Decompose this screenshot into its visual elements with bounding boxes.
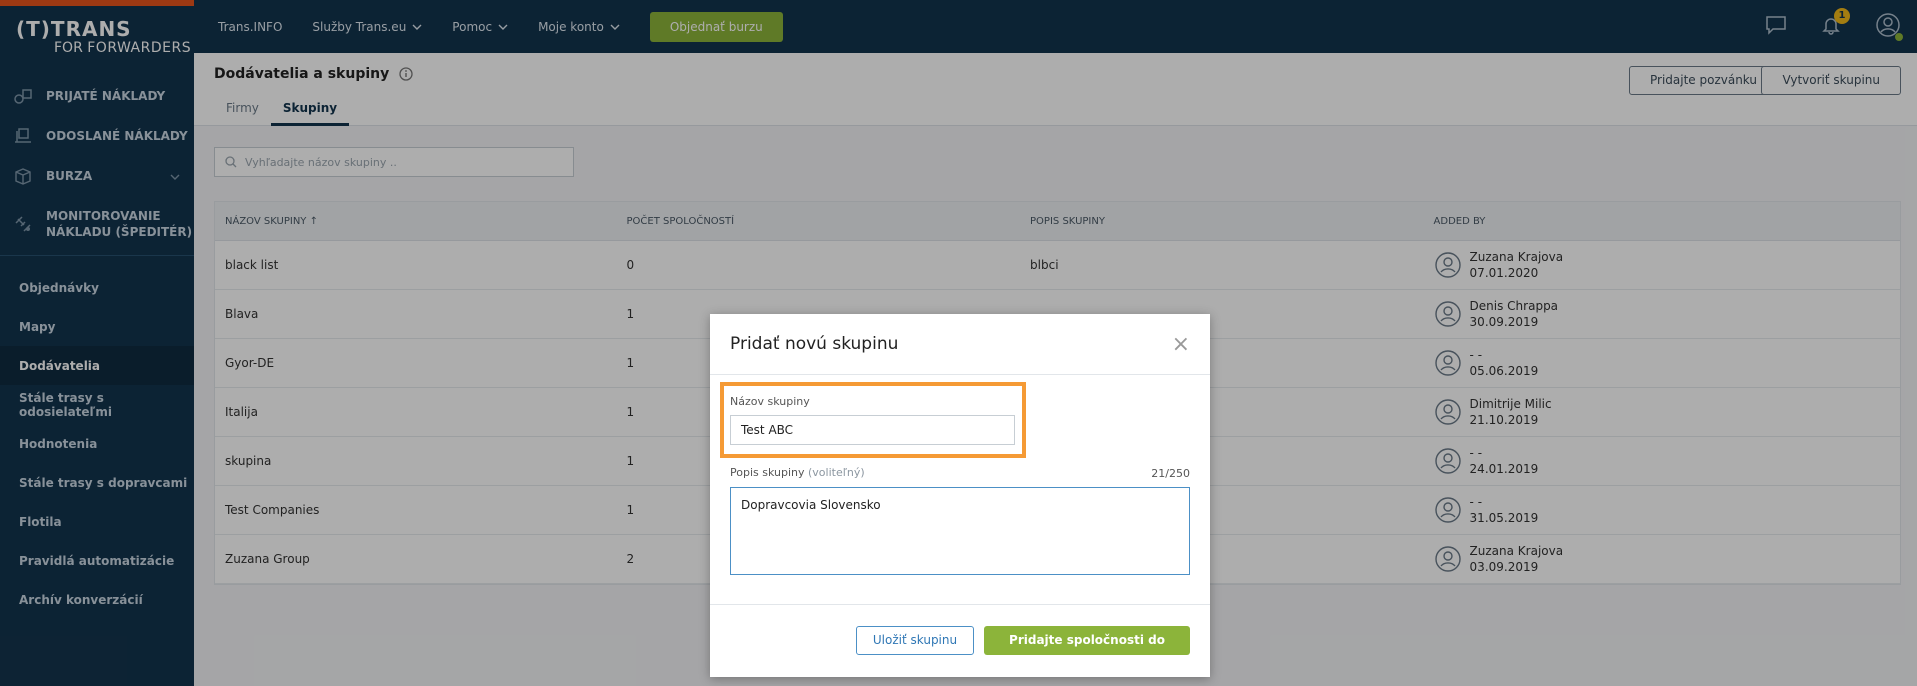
add-group-modal: Pridať novú skupinu × Názov skupiny Test… <box>710 314 1210 677</box>
group-name-input[interactable]: Test ABC <box>730 415 1015 445</box>
character-counter: 21/250 <box>1151 467 1190 480</box>
save-group-button[interactable]: Uložiť skupinu <box>856 626 974 655</box>
group-name-label: Názov skupiny <box>730 395 810 408</box>
modal-title: Pridať novú skupinu <box>710 314 1210 375</box>
group-description-label: Popis skupiny (voliteľný) <box>730 466 865 479</box>
group-description-textarea[interactable]: Dopravcovia Slovensko <box>730 487 1190 575</box>
add-companies-to-group-button[interactable]: Pridajte spoločnosti do skupiny <box>984 626 1190 676</box>
close-icon[interactable]: × <box>1172 332 1190 357</box>
